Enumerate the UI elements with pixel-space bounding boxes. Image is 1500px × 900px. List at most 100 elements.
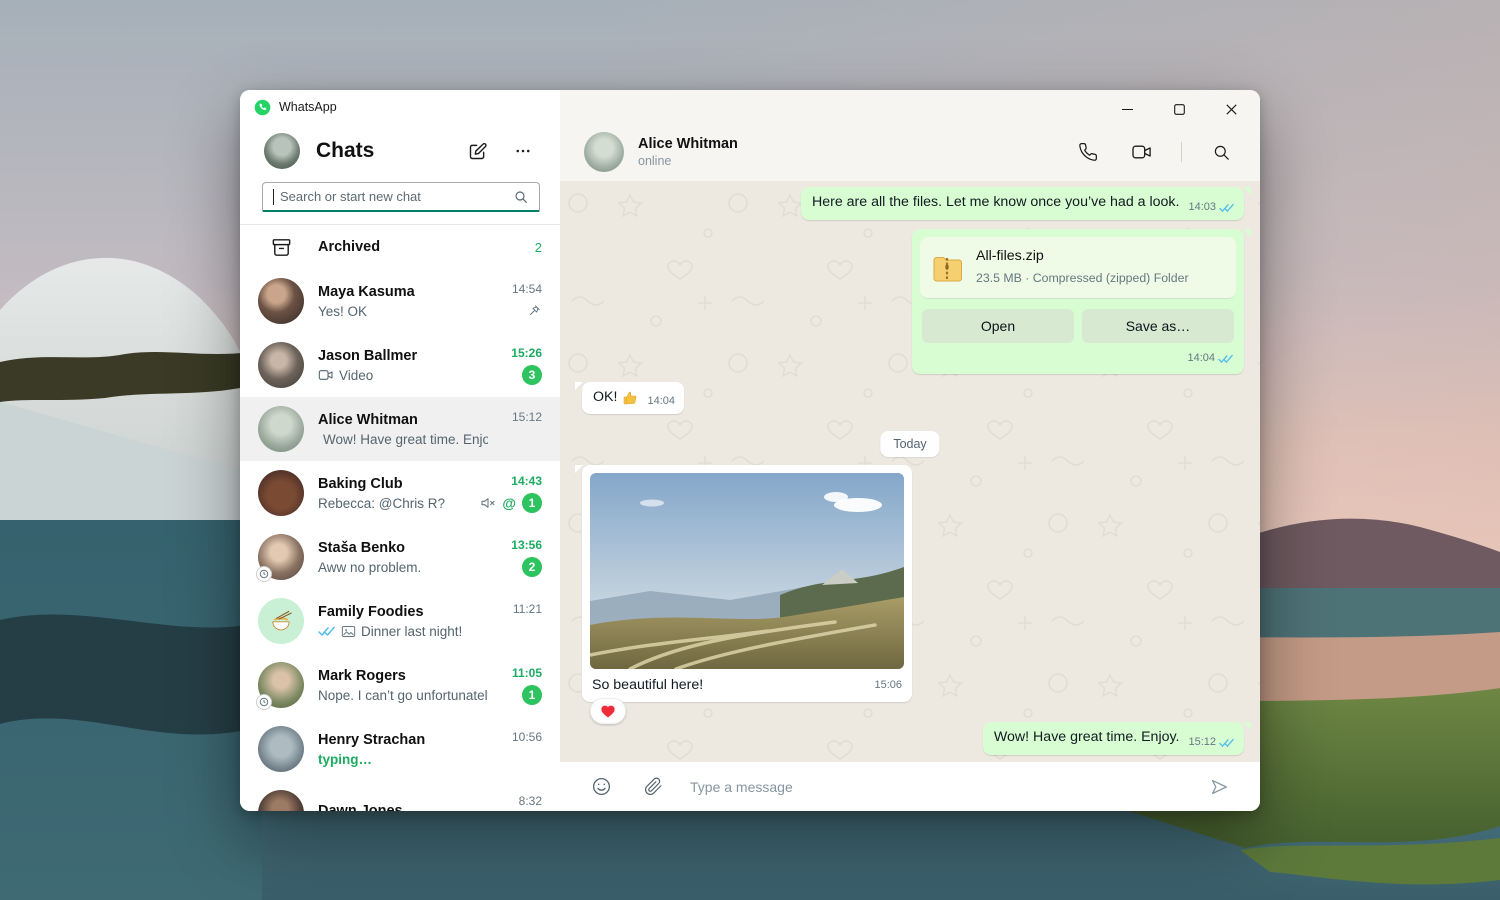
chat-name: Dawn Jones (318, 803, 488, 811)
chat-list: Archived 2 Maya Kasuma Yes! OK 14:54 (240, 225, 560, 811)
chat-preview: Yes! OK (318, 304, 367, 319)
noodle-bowl-icon (268, 608, 294, 634)
unread-badge: 2 (522, 557, 542, 577)
chat-list-item[interactable]: Family Foodies Dinner last night! (240, 589, 560, 653)
photo-attachment[interactable] (590, 473, 904, 669)
blue-double-tick-icon (1219, 203, 1235, 213)
sidebar: WhatsApp Chats Se (240, 90, 560, 811)
message-text: OK! (593, 388, 617, 407)
titlebar: WhatsApp (240, 90, 560, 124)
file-attachment[interactable]: All-files.zip 23.5 MB · Compressed (zipp… (920, 237, 1236, 299)
divider (1181, 142, 1182, 162)
archived-count: 2 (535, 240, 542, 255)
desktop: WhatsApp Chats Se (0, 0, 1500, 900)
search-icon (1212, 143, 1231, 162)
chat-list-item[interactable]: Jason Ballmer Video 15:26 3 (240, 333, 560, 397)
blue-double-tick-icon (318, 626, 336, 637)
send-button[interactable] (1204, 772, 1234, 802)
avatar (258, 790, 304, 811)
message-time: 15:12 (1188, 733, 1216, 752)
file-name: All-files.zip (976, 247, 1189, 266)
chat-list-item[interactable]: Dawn Jones 8:32 (240, 781, 560, 811)
incoming-message[interactable]: OK! 14:04 (582, 382, 684, 414)
chat-name: Baking Club (318, 476, 466, 492)
video-call-button[interactable] (1127, 137, 1157, 167)
close-icon (1226, 104, 1237, 115)
minimize-button[interactable] (1108, 96, 1146, 122)
chat-time: 14:43 (511, 474, 542, 488)
message-time: 14:04 (1187, 349, 1215, 368)
app-title: WhatsApp (279, 100, 337, 114)
chat-name: Alice Whitman (318, 412, 488, 428)
chat-preview: Aww no problem. (318, 560, 421, 575)
chat-list-item-selected[interactable]: Alice Whitman Wow! Have great time. Enjo… (240, 397, 560, 461)
archived-row[interactable]: Archived 2 (240, 225, 560, 269)
open-file-button[interactable]: Open (922, 309, 1074, 343)
message-input[interactable] (690, 779, 1182, 795)
message-area[interactable]: Here are all the files. Let me know once… (560, 181, 1260, 762)
file-message[interactable]: All-files.zip 23.5 MB · Compressed (zipp… (912, 229, 1244, 374)
search-input[interactable]: Search or start new chat (262, 182, 540, 212)
new-chat-button[interactable] (462, 136, 492, 166)
emoji-button[interactable] (586, 772, 616, 802)
chat-name: Jason Ballmer (318, 348, 488, 364)
message-reaction[interactable] (590, 698, 626, 724)
chat-preview: Nope. I can’t go unfortunately. (318, 688, 488, 703)
photo-message[interactable]: So beautiful here! 15:06 (582, 465, 912, 702)
chat-time: 11:21 (513, 602, 542, 616)
message-time: 15:06 (874, 676, 902, 695)
avatar (258, 534, 304, 580)
chat-list-item[interactable]: Baking Club Rebecca: @Chris R? 14:43 @ 1 (240, 461, 560, 525)
chat-list-item[interactable]: Maya Kasuma Yes! OK 14:54 (240, 269, 560, 333)
profile-avatar[interactable] (264, 133, 300, 169)
blue-double-tick-icon (1218, 354, 1234, 364)
voice-call-button[interactable] (1073, 137, 1103, 167)
save-as-button-label: Save as… (1126, 317, 1191, 336)
paperclip-icon (644, 777, 663, 796)
avatar (258, 470, 304, 516)
chat-list-item[interactable]: Staša Benko Aww no problem. 13:56 2 (240, 525, 560, 589)
date-divider: Today (880, 431, 939, 457)
video-call-icon (1131, 143, 1153, 161)
more-options-icon (514, 142, 532, 160)
maximize-icon (1174, 104, 1185, 115)
chat-list-item[interactable]: Henry Strachan typing… 10:56 (240, 717, 560, 781)
attach-button[interactable] (638, 772, 668, 802)
status-clock-icon (259, 569, 269, 579)
save-as-button[interactable]: Save as… (1082, 309, 1234, 343)
mute-icon (480, 496, 496, 510)
search-placeholder: Search or start new chat (280, 189, 507, 204)
message-composer (560, 762, 1260, 811)
chat-name: Maya Kasuma (318, 284, 488, 300)
chat-preview: Rebecca: @Chris R? (318, 496, 445, 511)
chat-name: Mark Rogers (318, 668, 488, 684)
chat-name: Family Foodies (318, 604, 488, 620)
chat-list-item[interactable]: Mark Rogers Nope. I can’t go unfortunate… (240, 653, 560, 717)
emoji-smiley-icon (591, 776, 612, 797)
archived-label: Archived (318, 239, 521, 255)
chat-time: 11:05 (512, 666, 542, 680)
photo-icon (341, 625, 356, 638)
close-button[interactable] (1212, 96, 1250, 122)
chat-panel: Alice Whitman online (560, 90, 1260, 811)
conversation-header[interactable]: Alice Whitman online (560, 123, 1260, 181)
chat-time: 14:54 (512, 282, 542, 296)
zip-folder-icon (932, 253, 964, 283)
thumbs-up-emoji-icon (622, 390, 638, 406)
contact-avatar[interactable] (584, 132, 624, 172)
archive-icon (270, 236, 293, 259)
chat-preview: Video (339, 368, 373, 383)
avatar (258, 726, 304, 772)
outgoing-message[interactable]: Wow! Have great time. Enjoy.15:12 (983, 722, 1244, 755)
menu-button[interactable] (508, 136, 538, 166)
maximize-button[interactable] (1160, 96, 1198, 122)
outgoing-message[interactable]: Here are all the files. Let me know once… (801, 187, 1244, 220)
search-in-chat-button[interactable] (1206, 137, 1236, 167)
new-chat-icon (467, 141, 488, 162)
chat-time: 13:56 (511, 538, 542, 552)
unread-badge: 1 (522, 685, 542, 705)
avatar (258, 342, 304, 388)
mention-indicator: @ (502, 495, 516, 511)
unread-badge: 3 (522, 365, 542, 385)
chat-time: 8:32 (519, 794, 542, 808)
